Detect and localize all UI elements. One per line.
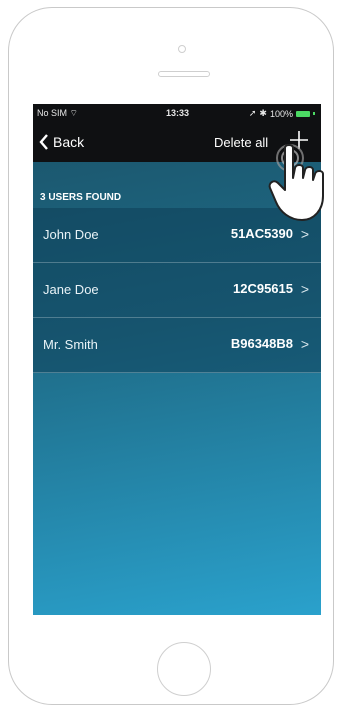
user-code: 12C95615: [233, 281, 293, 296]
battery-icon: [296, 110, 310, 117]
back-label: Back: [53, 134, 85, 150]
user-name: Jane Doe: [43, 282, 99, 297]
users-found-header: 3 USERS FOUND: [40, 192, 122, 203]
user-code: 51AC5390: [230, 226, 293, 241]
delete-all-button[interactable]: Delete all: [214, 135, 268, 150]
wifi-icon: ⌔: [69, 108, 78, 118]
user-list: John Doe 51AC5390 > Jane Doe 12C95615 > …: [33, 208, 321, 373]
carrier-status: No SIM ⌔: [37, 108, 78, 119]
status-time: 13:33: [166, 108, 190, 118]
user-name: John Doe: [43, 227, 99, 242]
hand-pointer-icon: [268, 144, 324, 221]
location-icon: ➚: [248, 108, 257, 118]
chevron-right-icon: >: [300, 281, 309, 297]
home-button[interactable]: [157, 642, 211, 696]
user-name: Mr. Smith: [43, 337, 98, 352]
battery-tip: [313, 112, 315, 115]
user-row[interactable]: Jane Doe 12C95615 >: [33, 263, 321, 318]
bluetooth-icon: ✱: [259, 108, 267, 118]
chevron-right-icon: >: [300, 226, 309, 242]
chevron-left-icon: [39, 134, 48, 150]
back-button[interactable]: Back: [39, 134, 84, 150]
status-bar: No SIM ⌔ 13:33 ➚ ✱ 100%: [33, 104, 321, 124]
chevron-right-icon: >: [300, 336, 309, 352]
status-right: ➚ ✱ 100%: [249, 108, 315, 119]
user-code: B96348B8: [230, 336, 293, 351]
camera-dot: [178, 45, 186, 53]
user-row[interactable]: Mr. Smith B96348B8 >: [33, 318, 321, 373]
battery-percent: 100%: [269, 108, 293, 119]
speaker-grille: [158, 71, 210, 77]
carrier-label: No SIM: [37, 108, 68, 118]
